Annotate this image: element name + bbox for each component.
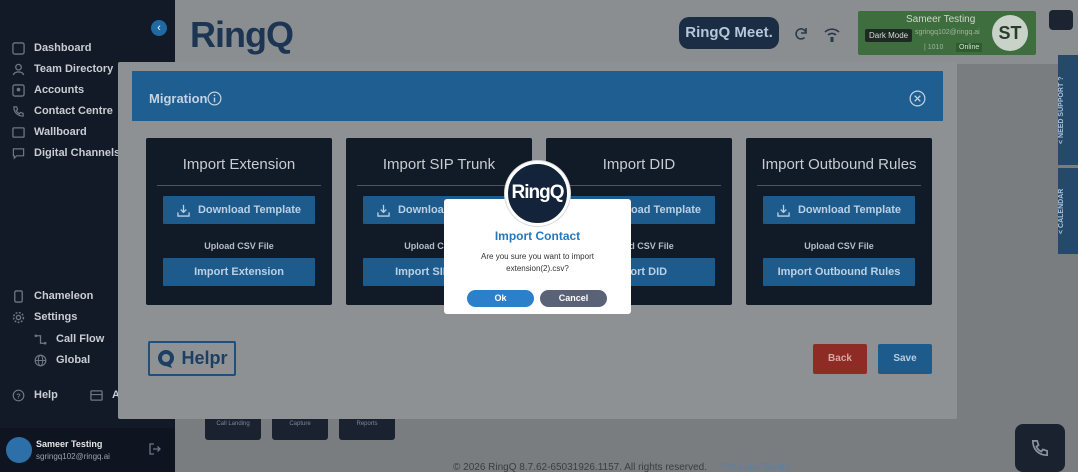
avatar[interactable]: ST <box>992 15 1028 51</box>
close-icon[interactable] <box>909 90 926 107</box>
sidebar-item-label: Contact Centre <box>34 105 113 117</box>
previous-builds-link[interactable]: Previous Builds <box>721 462 790 472</box>
helpr-button[interactable]: Helpr <box>148 341 236 376</box>
dialog-title: Import Contact <box>494 229 581 243</box>
chat-bubble-icon <box>158 349 175 368</box>
sidebar-item-team-directory[interactable]: Team Directory <box>12 60 113 78</box>
sidebar-item-chameleon[interactable]: Chameleon <box>12 287 93 305</box>
call-flow-icon <box>34 333 47 345</box>
profile-card[interactable]: Sameer Testing Dark Mode sgringq102@ring… <box>858 11 1036 55</box>
ringq-meet-button[interactable]: RingQ Meet. <box>679 17 779 49</box>
sidebar-user-box: Sameer Testing sgringq102@ringq.ai <box>0 428 175 472</box>
card-title: Import Extension <box>182 156 296 173</box>
sidebar-item-help[interactable]: ? Help <box>12 386 58 404</box>
sidebar-item-call-flow[interactable]: Call Flow <box>34 330 104 348</box>
profile-extension: | 1010 <box>924 44 944 51</box>
footer-copyright: © 2026 RingQ 8.7.62-65031926.1157. All r… <box>453 462 708 472</box>
cancel-button[interactable]: Cancel <box>540 290 607 307</box>
sidebar-item-label: Chameleon <box>34 290 94 302</box>
sidebar-user-name: Sameer Testing <box>36 439 103 449</box>
sidebar-item-accounts[interactable]: Accounts <box>12 81 84 99</box>
helpr-label: Helpr <box>181 348 228 368</box>
download-template-label: Download Template <box>797 204 902 216</box>
apps-icon <box>90 389 103 401</box>
team-icon <box>12 63 25 75</box>
import-outbound-rules-button[interactable]: Import Outbound Rules <box>763 258 915 286</box>
sidebar-item-label: Help <box>34 389 58 401</box>
sidebar-item-dashboard[interactable]: Dashboard <box>12 39 91 57</box>
signal-icon[interactable] <box>823 25 841 43</box>
sidebar-item-settings[interactable]: Settings <box>12 308 77 326</box>
svg-text:?: ? <box>16 391 21 400</box>
wallboard-icon <box>12 126 25 138</box>
divider <box>157 185 321 186</box>
divider <box>357 185 521 186</box>
refresh-icon[interactable] <box>792 25 810 43</box>
sidebar-item-apps[interactable]: A <box>90 386 120 404</box>
need-support-tab[interactable]: < NEED SUPPORT ? <box>1058 55 1078 165</box>
avatar[interactable] <box>6 437 32 463</box>
download-template-label: Download Template <box>197 204 302 216</box>
sidebar-item-digital-channels[interactable]: Digital Channels <box>12 144 120 162</box>
status-badge[interactable]: Online <box>956 43 983 52</box>
modal-header: Migration <box>132 71 943 121</box>
gear-icon <box>12 311 25 323</box>
sidebar-item-label: Dashboard <box>34 42 92 54</box>
sidebar-item-label: Call Flow <box>56 333 105 345</box>
sidebar-item-label: Wallboard <box>34 126 87 138</box>
import-extension-card: Import Extension Download Template Uploa… <box>146 138 332 305</box>
divider <box>557 185 721 186</box>
dashboard-icon <box>12 41 25 55</box>
sidebar-item-label: Accounts <box>34 84 85 96</box>
sidebar-item-wallboard[interactable]: Wallboard <box>12 123 87 141</box>
phone-icon <box>13 105 24 117</box>
footer: © 2026 RingQ 8.7.62-65031926.1157. All r… <box>453 462 790 472</box>
modal-title: Migration <box>149 91 208 106</box>
sidebar-item-label: Digital Channels <box>34 147 121 159</box>
import-outbound-rules-card: Import Outbound Rules Download Template … <box>746 138 932 305</box>
screen-share-icon[interactable] <box>1049 10 1073 30</box>
globe-icon <box>34 354 47 366</box>
help-icon: ? <box>12 389 25 401</box>
download-icon <box>777 204 790 217</box>
logout-icon[interactable] <box>148 442 162 456</box>
dark-mode-toggle[interactable]: Dark Mode <box>865 29 913 42</box>
info-icon[interactable] <box>207 91 222 106</box>
accounts-icon <box>12 83 25 97</box>
card-title: Import SIP Trunk <box>382 156 496 173</box>
sidebar-collapse-button[interactable]: ‹ <box>151 20 167 36</box>
ok-button[interactable]: Ok <box>467 290 534 307</box>
sidebar-item-global[interactable]: Global <box>34 351 90 369</box>
card-title: Import DID <box>602 156 676 173</box>
profile-name: Sameer Testing <box>906 14 976 25</box>
download-template-button[interactable]: Download Template <box>763 196 915 224</box>
chat-icon <box>12 147 25 160</box>
sidebar-item-label: Team Directory <box>34 63 114 75</box>
card-title: Import Outbound Rules <box>761 156 917 173</box>
sidebar-item-label: Global <box>56 354 91 366</box>
upload-csv-label[interactable]: Upload CSV File <box>746 241 932 251</box>
upload-csv-label[interactable]: Upload CSV File <box>146 241 332 251</box>
download-icon <box>177 204 190 217</box>
sidebar-item-contact-centre[interactable]: Contact Centre <box>12 102 113 120</box>
divider <box>757 185 921 186</box>
profile-email: sgringq102@ringq.ai <box>915 29 980 36</box>
dialog-message: Are you sure you want to import extensio… <box>481 252 594 273</box>
sidebar-user-email: sgringq102@ringq.ai <box>36 452 110 461</box>
download-icon <box>377 204 390 217</box>
phone-icon <box>1031 440 1048 457</box>
dialog-logo: RingQ <box>505 161 570 226</box>
calendar-tab[interactable]: < CALENDAR <box>1058 168 1078 254</box>
chameleon-icon <box>14 289 23 303</box>
import-extension-button[interactable]: Import Extension <box>163 258 315 286</box>
app-logo[interactable]: RingQ <box>190 14 294 56</box>
dialer-button[interactable] <box>1015 424 1065 472</box>
back-button[interactable]: Back <box>813 344 867 374</box>
sidebar-item-label: Settings <box>34 311 78 323</box>
save-button[interactable]: Save <box>878 344 932 374</box>
download-template-button[interactable]: Download Template <box>163 196 315 224</box>
